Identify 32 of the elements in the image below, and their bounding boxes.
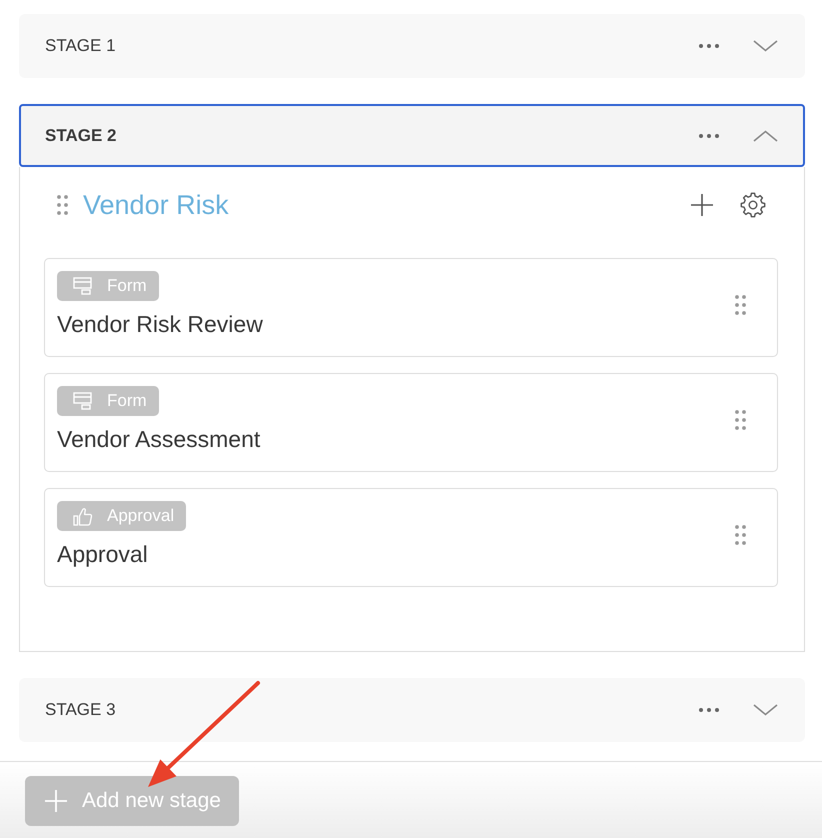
form-icon bbox=[73, 392, 93, 410]
step-card[interactable]: Form Vendor Risk Review bbox=[44, 258, 778, 357]
chevron-up-icon[interactable] bbox=[753, 130, 778, 142]
more-icon[interactable] bbox=[699, 44, 719, 48]
step-card[interactable]: Form Vendor Assessment bbox=[44, 373, 778, 472]
settings-icon[interactable] bbox=[740, 192, 766, 218]
more-icon[interactable] bbox=[699, 134, 719, 138]
more-icon[interactable] bbox=[699, 708, 719, 712]
drag-handle-icon[interactable] bbox=[735, 410, 746, 430]
thumbs-up-icon bbox=[73, 506, 93, 526]
step-title: Approval bbox=[57, 540, 148, 569]
plus-icon bbox=[45, 790, 67, 812]
stage-title: STAGE 3 bbox=[45, 700, 117, 720]
badge-label: Form bbox=[107, 276, 147, 296]
chevron-down-icon[interactable] bbox=[753, 704, 778, 716]
stage-header[interactable]: STAGE 2 bbox=[19, 104, 805, 167]
stage-header[interactable]: STAGE 3 bbox=[19, 678, 805, 742]
group-title: Vendor Risk bbox=[83, 190, 230, 220]
drag-handle-icon[interactable] bbox=[735, 295, 746, 315]
stage-title: STAGE 2 bbox=[45, 126, 118, 146]
badge-label: Approval bbox=[107, 506, 174, 526]
drag-handle-icon[interactable] bbox=[735, 525, 746, 545]
badge-label: Form bbox=[107, 391, 147, 411]
plus-icon[interactable] bbox=[690, 193, 714, 217]
form-icon bbox=[73, 277, 93, 295]
step-title: Vendor Assessment bbox=[57, 425, 260, 454]
step-card[interactable]: Approval Approval bbox=[44, 488, 778, 587]
drag-handle-icon[interactable] bbox=[57, 195, 68, 215]
step-title: Vendor Risk Review bbox=[57, 310, 263, 339]
stage-title: STAGE 1 bbox=[45, 36, 117, 56]
stage-header[interactable]: STAGE 1 bbox=[19, 14, 805, 78]
chevron-down-icon[interactable] bbox=[753, 40, 778, 52]
